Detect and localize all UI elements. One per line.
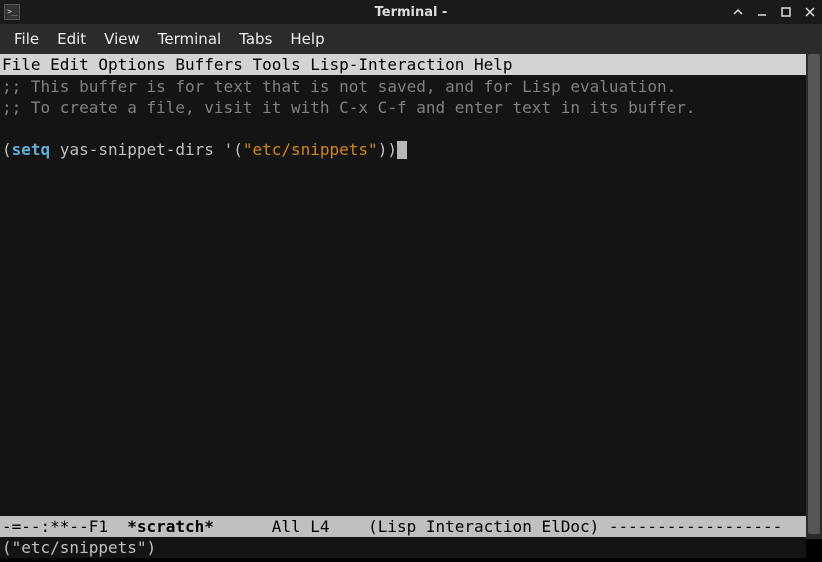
scrollbar-thumb[interactable]: [808, 54, 820, 534]
app-icon: >_: [4, 4, 20, 20]
window-title: Terminal -: [375, 5, 448, 20]
modeline-dashes: ------------------: [609, 517, 782, 536]
menu-edit[interactable]: Edit: [49, 26, 94, 52]
menu-help[interactable]: Help: [282, 26, 332, 52]
window-maximize-icon[interactable]: [778, 4, 794, 20]
code-lparen: (: [2, 140, 12, 159]
window-minimize-icon[interactable]: [754, 4, 770, 20]
code-keyword-setq: setq: [12, 140, 51, 159]
window-titlebar: >_ Terminal -: [0, 0, 822, 24]
emacs-buffer[interactable]: ;; This buffer is for text that is not s…: [0, 75, 806, 516]
comment-line-1: ;; This buffer is for text that is not s…: [2, 77, 676, 96]
modeline-left: -=--:**--F1: [2, 517, 127, 536]
emacs-minibuffer[interactable]: ("etc/snippets"): [0, 537, 806, 558]
code-mid: yas-snippet-dirs '(: [50, 140, 243, 159]
menu-file[interactable]: File: [6, 26, 47, 52]
comment-line-2: ;; To create a file, visit it with C-x C…: [2, 98, 696, 117]
scrollbar[interactable]: [806, 54, 822, 539]
window-controls: [730, 4, 818, 20]
menu-tabs[interactable]: Tabs: [231, 26, 280, 52]
emacs-menubar[interactable]: File Edit Options Buffers Tools Lisp-Int…: [0, 54, 806, 75]
modeline-mid: All L4 (Lisp Interaction ElDoc): [214, 517, 609, 536]
emacs-modeline: -=--:**--F1 *scratch* All L4 (Lisp Inter…: [0, 516, 806, 537]
menu-terminal[interactable]: Terminal: [150, 26, 229, 52]
code-string: "etc/snippets": [243, 140, 378, 159]
modeline-buffer-name: *scratch*: [127, 517, 214, 536]
menu-view[interactable]: View: [96, 26, 148, 52]
cursor: [397, 141, 407, 159]
code-rparen: )): [378, 140, 397, 159]
window-close-icon[interactable]: [802, 4, 818, 20]
terminal-menubar: File Edit View Terminal Tabs Help: [0, 24, 822, 54]
window-shade-icon[interactable]: [730, 4, 746, 20]
